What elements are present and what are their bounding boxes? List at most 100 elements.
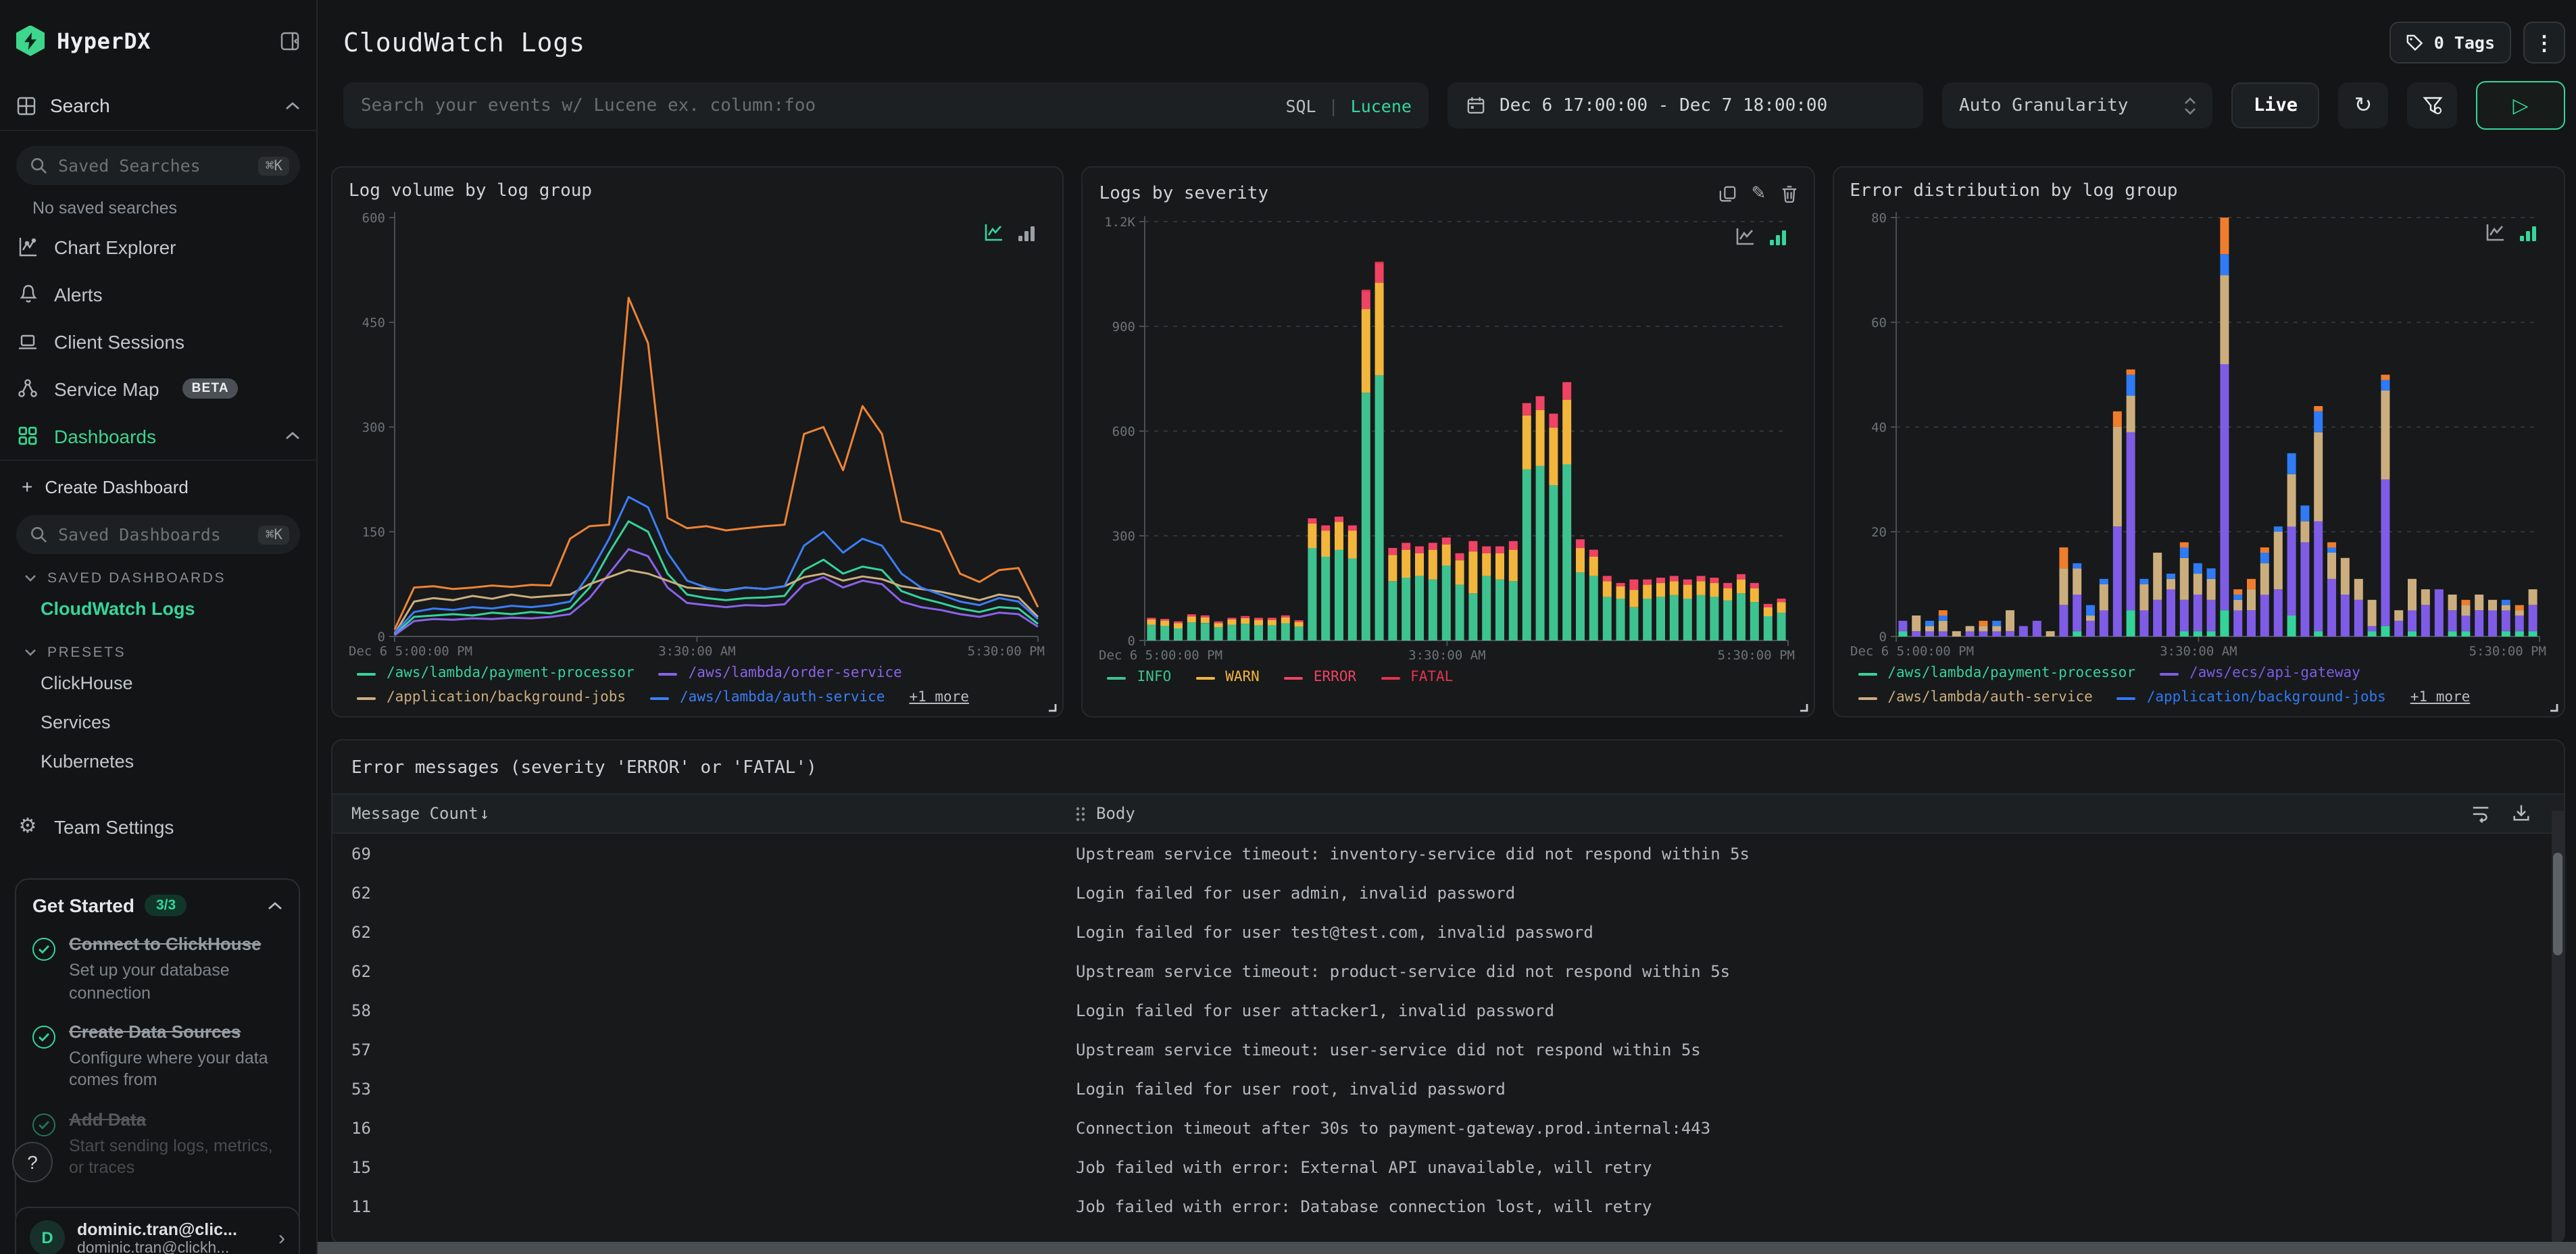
- get-started-step[interactable]: Connect to ClickHouse Set up your databa…: [32, 934, 282, 1004]
- get-started-step[interactable]: Add Data Start sending logs, metrics, or…: [32, 1109, 282, 1179]
- legend-more-link[interactable]: +1 more: [909, 688, 969, 708]
- event-search-input[interactable]: Search your events w/ Lucene ex. column:…: [343, 82, 1429, 128]
- table-row[interactable]: 69 Upstream service timeout: inventory-se…: [332, 834, 2564, 873]
- legend-item[interactable]: /aws/lambda/auth-service: [650, 688, 885, 708]
- table-scrollbar-thumb[interactable]: [2553, 853, 2562, 955]
- bar-segment: [1429, 579, 1438, 641]
- bar-chart-icon[interactable]: [2519, 224, 2537, 242]
- download-icon[interactable]: [2511, 803, 2531, 823]
- presets-section[interactable]: PRESETS: [0, 628, 316, 663]
- bar-segment: [2474, 595, 2483, 611]
- tags-button[interactable]: 0 Tags: [2389, 22, 2511, 64]
- legend-item[interactable]: /application/background-jobs: [2116, 688, 2386, 708]
- bar-segment: [1670, 595, 1679, 641]
- chevron-up-icon[interactable]: [285, 101, 300, 110]
- saved-dashboards-section[interactable]: SAVED DASHBOARDS: [0, 554, 316, 589]
- user-account-button[interactable]: D dominic.tran@clic... dominic.tran@clic…: [15, 1207, 300, 1254]
- refresh-button[interactable]: ↻: [2338, 82, 2388, 128]
- table-row[interactable]: 62 Login failed for user test@test.com, i…: [332, 912, 2564, 951]
- table-row[interactable]: 58 Login failed for user attacker1, inval…: [332, 990, 2564, 1030]
- sidebar-item-alerts[interactable]: Alerts: [0, 270, 316, 318]
- line-chart-icon[interactable]: [1735, 227, 1755, 246]
- filter-button[interactable]: [2407, 82, 2457, 128]
- bar-chart-icon[interactable]: [1768, 228, 1786, 246]
- lucene-language-toggle[interactable]: Lucene: [1351, 95, 1412, 116]
- bar-segment: [1187, 622, 1197, 641]
- bar-segment: [2501, 605, 2510, 611]
- resize-handle-icon[interactable]: [1047, 701, 1058, 712]
- sidebar-item-team-settings[interactable]: ⚙ Team Settings: [0, 803, 316, 850]
- sidebar-item-client-sessions[interactable]: Client Sessions: [0, 318, 316, 365]
- legend-item[interactable]: /aws/lambda/auth-service: [1858, 688, 2093, 708]
- bar-segment: [1456, 560, 1465, 585]
- granularity-select[interactable]: Auto Granularity: [1942, 82, 2213, 128]
- column-header-message-count[interactable]: Message Count ↓: [332, 804, 1076, 823]
- legend-item[interactable]: /aws/lambda/payment-processor: [1858, 663, 2135, 684]
- cell-message-count: 69: [351, 844, 371, 863]
- error-distribution-chart[interactable]: 0 20 40 60 80 Dec 6 5:00:00 PM 3:30:00 AM 5:30:…: [1850, 201, 2548, 661]
- legend-item[interactable]: INFO: [1107, 668, 1171, 688]
- select-chevrons-icon: [2185, 97, 2197, 114]
- cell-message-count: 15: [351, 1157, 371, 1176]
- create-dashboard-button[interactable]: + Create Dashboard: [0, 461, 316, 500]
- bar-segment: [1295, 626, 1304, 641]
- collapse-sidebar-icon[interactable]: [280, 30, 300, 51]
- sidebar-item-dashboards[interactable]: Dashboards: [0, 412, 316, 459]
- edit-icon[interactable]: ✎: [1752, 182, 1766, 204]
- table-row[interactable]: 16 Connection timeout after 30s to paymen…: [332, 1108, 2564, 1147]
- chevron-up-icon[interactable]: [285, 431, 300, 441]
- get-started-step[interactable]: Create Data Sources Configure where your…: [32, 1022, 282, 1092]
- column-header-body[interactable]: Body: [1076, 804, 1135, 823]
- bar-segment: [1268, 625, 1277, 641]
- saved-dashboards-input[interactable]: Saved Dashboards ⌘K: [16, 515, 300, 554]
- line-chart-icon[interactable]: [985, 223, 1005, 242]
- legend-item[interactable]: /aws/lambda/order-service: [658, 663, 902, 684]
- sidebar-item-service-map[interactable]: Service Map BETA: [0, 365, 316, 412]
- delete-icon[interactable]: [1781, 184, 1797, 202]
- legend-item[interactable]: ERROR: [1283, 668, 1356, 688]
- logs-by-severity-chart[interactable]: 0 300 600 900 1.2K Dec 6 5:00:00 PM 3:30:00 AM…: [1099, 205, 1798, 665]
- chevron-up-icon[interactable]: [268, 901, 282, 910]
- resize-handle-icon[interactable]: [1797, 701, 1808, 712]
- live-button[interactable]: Live: [2231, 82, 2319, 128]
- resize-handle-icon[interactable]: [2548, 701, 2558, 712]
- sidebar-item-chart-explorer[interactable]: Chart Explorer: [0, 223, 316, 270]
- bar-segment: [1241, 624, 1250, 641]
- run-query-button[interactable]: ▷: [2476, 81, 2565, 130]
- table-row[interactable]: 62 Upstream service timeout: product-serv…: [332, 951, 2564, 990]
- table-row[interactable]: 15 Job failed with error: External API un…: [332, 1147, 2564, 1186]
- sidebar-preset-services[interactable]: Services: [0, 703, 316, 742]
- bar-segment: [1335, 516, 1344, 522]
- log-volume-chart[interactable]: 0 150 300 450 600 Dec 6 5:00:00 PM 3:30:00 AM 5…: [349, 201, 1047, 661]
- duplicate-icon[interactable]: [1719, 184, 1737, 202]
- table-row[interactable]: 11 Job failed with error: Database connec…: [332, 1186, 2564, 1226]
- bar-chart-icon[interactable]: [1018, 224, 1036, 242]
- saved-searches-input[interactable]: Saved Searches ⌘K: [16, 146, 300, 185]
- sidebar-dashboard-cloudwatch-logs[interactable]: CloudWatch Logs: [0, 589, 316, 628]
- legend-item[interactable]: WARN: [1195, 668, 1260, 688]
- sidebar-item-search[interactable]: Search: [0, 81, 316, 130]
- bar-segment: [1469, 593, 1479, 641]
- legend-item[interactable]: /aws/lambda/payment-processor: [357, 663, 635, 684]
- date-range-picker[interactable]: Dec 6 17:00:00 - Dec 7 18:00:00: [1447, 82, 1924, 128]
- sql-language-toggle[interactable]: SQL: [1285, 95, 1316, 116]
- table-scrollbar[interactable]: [2552, 811, 2564, 1243]
- dashboard-menu-button[interactable]: ⋮: [2523, 22, 2565, 64]
- app-root: HyperDX Search Saved Searches ⌘K No save…: [0, 0, 2576, 1254]
- bar-segment: [1750, 602, 1760, 641]
- bar-segment: [1389, 548, 1398, 555]
- legend-item[interactable]: /aws/ecs/api-gateway: [2159, 663, 2360, 684]
- sidebar-preset-kubernetes[interactable]: Kubernetes: [0, 742, 316, 781]
- horizontal-scrollbar[interactable]: [318, 1242, 2576, 1254]
- legend-more-link[interactable]: +1 more: [2410, 688, 2471, 708]
- wrap-text-icon[interactable]: [2471, 803, 2491, 823]
- sidebar-preset-clickhouse[interactable]: ClickHouse: [0, 663, 316, 703]
- table-row[interactable]: 53 Login failed for user root, invalid pa…: [332, 1069, 2564, 1108]
- table-row[interactable]: 62 Login failed for user admin, invalid p…: [332, 873, 2564, 912]
- line-chart-icon[interactable]: [2485, 223, 2506, 242]
- table-row[interactable]: 57 Upstream service timeout: user-service…: [332, 1030, 2564, 1069]
- help-button[interactable]: ?: [12, 1142, 53, 1182]
- legend-item[interactable]: FATAL: [1381, 668, 1453, 688]
- legend-item[interactable]: /application/background-jobs: [357, 688, 626, 708]
- bar-segment: [2515, 631, 2524, 636]
